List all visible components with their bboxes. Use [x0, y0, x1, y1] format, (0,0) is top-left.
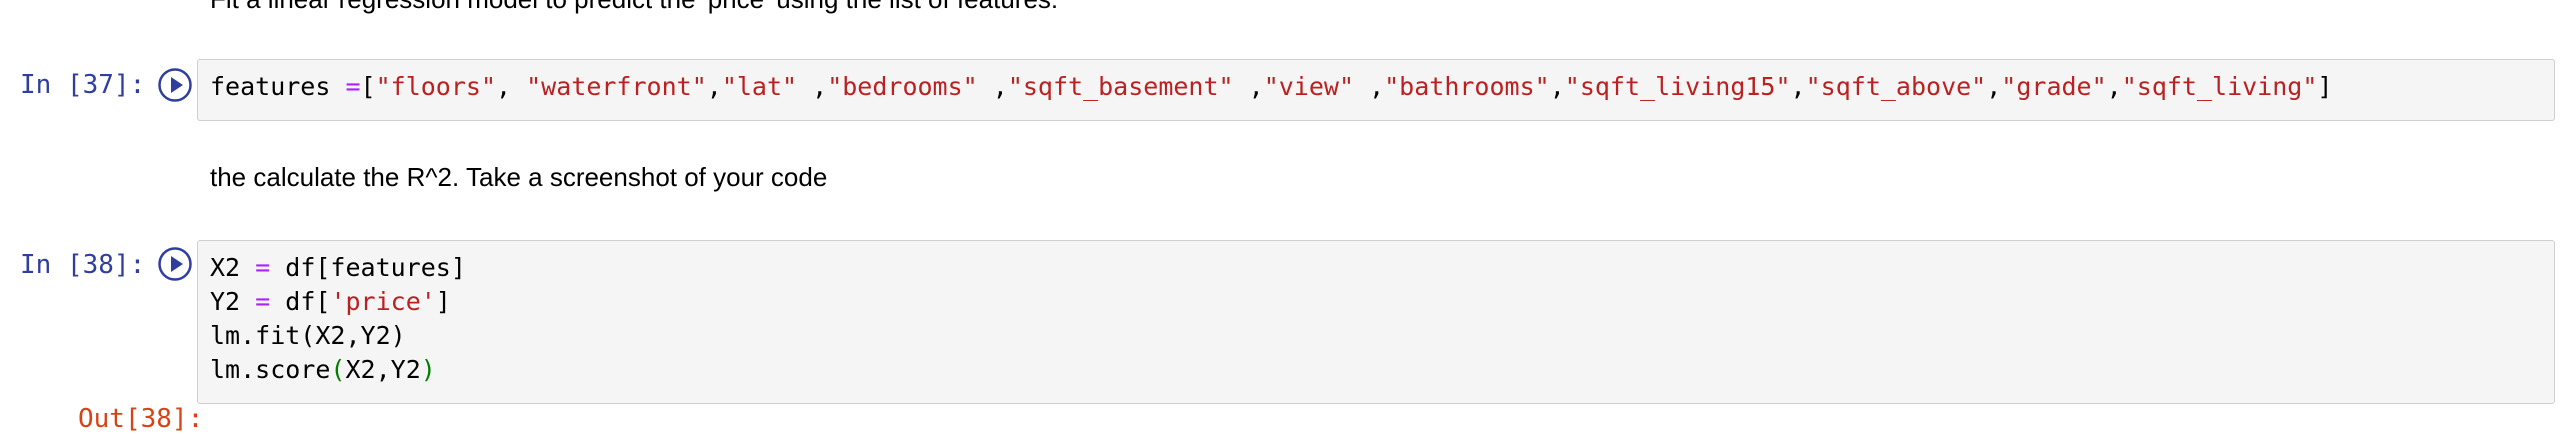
markdown-text-r2-instruction: the calculate the R^2. Take a screenshot… [210, 162, 828, 192]
cell-38-output-prompt: Out[38]: [78, 404, 204, 434]
markdown-text-instructions: Fit a linear regression model to predict… [210, 0, 1058, 15]
code-line: lm.fit(X2,Y2) [210, 321, 406, 350]
code-line: features =["floors", "waterfront","lat" … [210, 72, 2333, 101]
code-line: Y2 = df['price'] [210, 287, 451, 316]
cell-38-prompt: In [38]: [20, 250, 146, 280]
run-cell-37-play-icon[interactable] [157, 67, 193, 103]
cell-37-prompt: In [37]: [20, 70, 146, 100]
code-cell-38-editor[interactable]: X2 = df[features] Y2 = df['price'] lm.fi… [197, 240, 2555, 404]
code-line: X2 = df[features] [210, 253, 466, 282]
run-cell-38-play-icon[interactable] [157, 246, 193, 282]
code-cell-37-editor[interactable]: features =["floors", "waterfront","lat" … [197, 59, 2555, 121]
code-line: lm.score(X2,Y2) [210, 355, 436, 384]
